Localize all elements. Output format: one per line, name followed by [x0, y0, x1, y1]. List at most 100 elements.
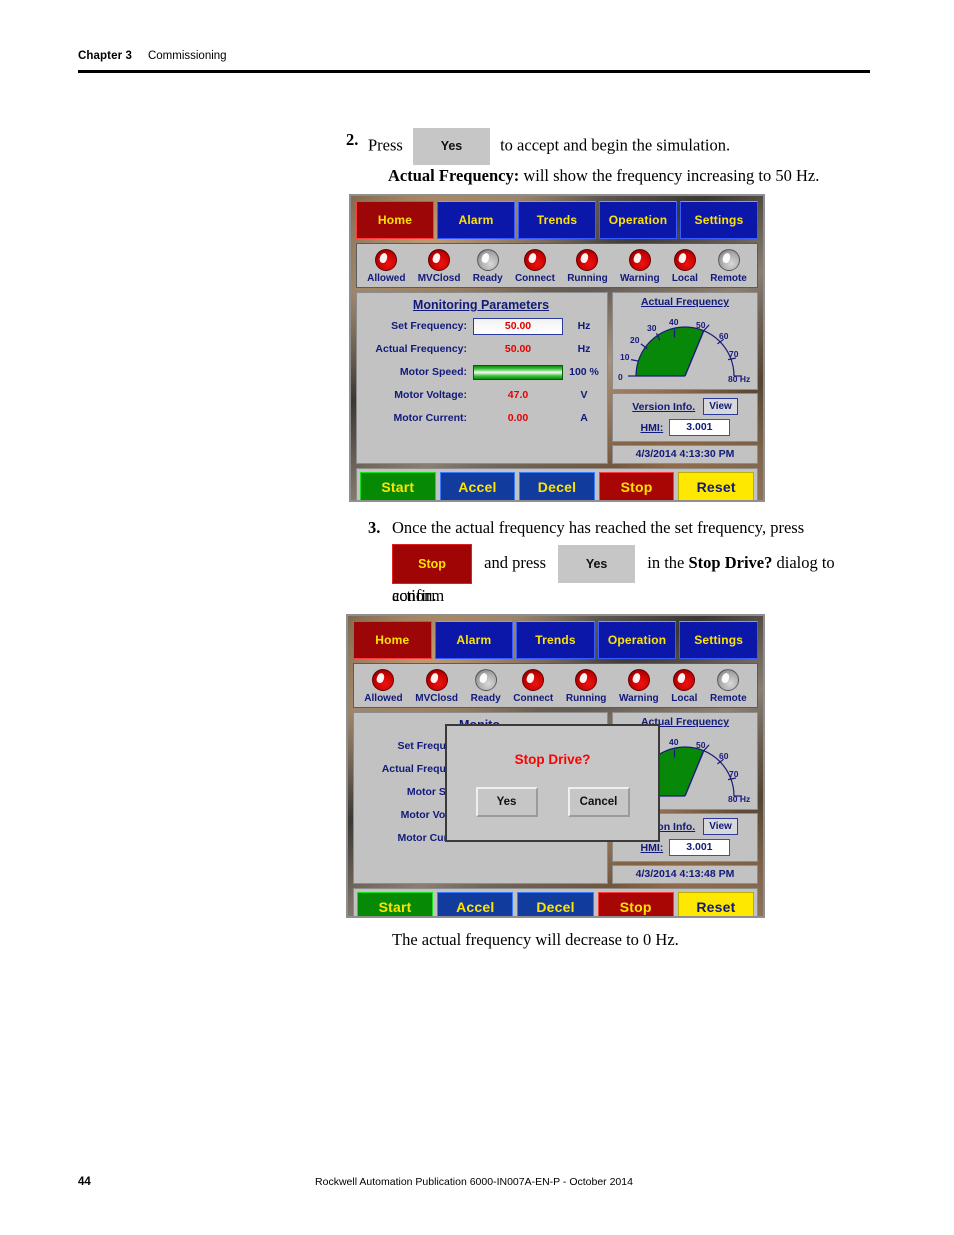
monitoring-parameters-title: Monitoring Parameters — [412, 298, 550, 312]
stop-button[interactable]: Stop — [598, 472, 675, 500]
led-label: MVClosd — [417, 273, 461, 284]
dialog-yes-button[interactable]: Yes — [475, 787, 538, 817]
led-label: Local — [671, 273, 698, 284]
led-indicator-icon — [576, 249, 599, 271]
led-indicator-icon — [523, 249, 546, 271]
led-indicator-icon — [522, 669, 545, 691]
status-led-mvclosd: MVClosd — [415, 669, 458, 704]
svg-text:70: 70 — [729, 769, 739, 779]
tab-trends[interactable]: Trends — [518, 201, 596, 239]
tab-alarm[interactable]: Alarm — [434, 621, 514, 659]
param-row-motor-speed: Motor Speed: 100 % — [363, 363, 599, 381]
reset-button[interactable]: Reset — [677, 892, 755, 916]
led-label: Connect — [513, 693, 554, 704]
page-footer: 44 Rockwell Automation Publication 6000-… — [78, 1176, 870, 1188]
led-label: Running — [567, 273, 608, 284]
tab-home[interactable]: Home — [353, 621, 432, 659]
chapter-label: Chapter 3 — [78, 50, 132, 62]
svg-text:40: 40 — [669, 317, 679, 327]
version-view-button[interactable]: View — [703, 398, 738, 415]
hmi-timestamp: 4/3/2014 4:13:48 PM — [612, 865, 758, 884]
tab-alarm[interactable]: Alarm — [437, 201, 515, 239]
closing-text: The actual frequency will decrease to 0 … — [392, 928, 872, 951]
motor-current-value: 0.00 — [507, 412, 529, 424]
led-indicator-icon — [375, 249, 398, 271]
monitoring-parameters-panel: Monitoring Parameters Set Frequency: 50.… — [356, 292, 608, 464]
step-3-line3: action. — [392, 584, 872, 607]
version-view-button[interactable]: View — [703, 818, 738, 835]
tab-settings[interactable]: Settings — [680, 201, 758, 239]
led-indicator-icon — [474, 669, 497, 691]
set-frequency-input[interactable]: 50.00 — [473, 317, 563, 335]
tab-operation[interactable]: Operation — [597, 621, 677, 659]
hmi-screenshot-stop-dialog: Home Alarm Trends Operation Settings All… — [346, 614, 765, 918]
svg-text:60: 60 — [719, 751, 729, 761]
start-button[interactable]: Start — [357, 892, 434, 916]
actual-frequency-note: will show the frequency increasing to 50… — [523, 166, 820, 185]
svg-text:50: 50 — [696, 320, 706, 330]
led-indicator-icon — [673, 669, 696, 691]
svg-text:80 Hz: 80 Hz — [728, 374, 750, 384]
step-2-text-after: to accept and begin the simulation. — [500, 135, 731, 155]
led-label: Local — [671, 693, 698, 704]
step-3-line1: 3. Once the actual frequency has reached… — [368, 516, 872, 539]
status-led-mvclosd: MVClosd — [417, 249, 461, 284]
param-row-motor-current: Motor Current: 0.00 A — [363, 409, 599, 427]
decel-button[interactable]: Decel — [517, 892, 594, 916]
tab-home[interactable]: Home — [356, 201, 434, 239]
status-led-warning: Warning — [620, 249, 660, 284]
version-info-panel: Version Info. View HMI: 3.001 — [612, 393, 758, 442]
led-indicator-icon — [717, 669, 740, 691]
led-indicator-icon — [425, 669, 448, 691]
step-2: 2. Press Yes to accept and begin the sim… — [346, 128, 868, 165]
param-unit: Hz — [577, 320, 591, 332]
tab-operation[interactable]: Operation — [599, 201, 677, 239]
step-2-text-before: Press — [368, 135, 403, 155]
accel-button[interactable]: Accel — [437, 892, 514, 916]
hmi-action-button-bar: Start Accel Decel Stop Reset — [353, 888, 758, 916]
actual-frequency-value: 50.00 — [504, 343, 532, 355]
led-indicator-icon — [476, 249, 499, 271]
stop-drive-dialog-title: Stop Drive? — [514, 752, 591, 767]
tab-settings[interactable]: Settings — [679, 621, 758, 659]
step-3-text-line1: Once the actual frequency has reached th… — [392, 518, 805, 537]
led-label: MVClosd — [415, 693, 459, 704]
motor-speed-bar — [473, 364, 563, 380]
svg-text:30: 30 — [647, 323, 657, 333]
hmi-action-button-bar: Start Accel Decel Stop Reset — [356, 468, 758, 500]
hmi-version-value: 3.001 — [669, 839, 730, 856]
inline-yes-button-step2[interactable]: Yes — [412, 128, 490, 165]
svg-text:70: 70 — [729, 349, 739, 359]
status-led-ready: Ready — [471, 669, 501, 704]
led-label: Allowed — [364, 693, 403, 704]
led-label: Warning — [619, 273, 660, 284]
hmi-version-label: HMI: — [640, 841, 664, 854]
inline-yes-button-step3[interactable]: Yes — [558, 545, 636, 583]
decel-button[interactable]: Decel — [519, 472, 595, 500]
status-led-strip: Allowed MVClosd Ready Connect Running Wa… — [353, 663, 758, 708]
led-label: Ready — [470, 693, 501, 704]
svg-text:10: 10 — [620, 352, 630, 362]
led-label: Warning — [619, 693, 659, 704]
dialog-cancel-button[interactable]: Cancel — [567, 787, 630, 817]
inline-stop-button-step3[interactable]: Stop — [392, 544, 472, 584]
hmi-main-area: Monitoring Parameters Set Frequency: 50.… — [356, 292, 758, 464]
led-label: Allowed — [367, 273, 406, 284]
gauge-title: Actual Frequency — [640, 296, 730, 308]
led-label: Ready — [472, 273, 503, 284]
status-led-ready: Ready — [473, 249, 503, 284]
tab-trends[interactable]: Trends — [516, 621, 595, 659]
step-2-note: Actual Frequency: will show the frequenc… — [388, 164, 878, 187]
step-2-number: 2. — [346, 130, 359, 149]
param-unit: V — [580, 389, 588, 401]
stop-button[interactable]: Stop — [597, 892, 674, 916]
status-led-allowed: Allowed — [367, 249, 405, 284]
start-button[interactable]: Start — [360, 472, 436, 500]
svg-text:20: 20 — [630, 335, 640, 345]
param-unit: Hz — [577, 343, 591, 355]
led-label: Remote — [710, 273, 747, 284]
reset-button[interactable]: Reset — [678, 472, 754, 500]
accel-button[interactable]: Accel — [439, 472, 516, 500]
hmi-version-label: HMI: — [640, 421, 664, 434]
status-led-connect: Connect — [515, 249, 555, 284]
